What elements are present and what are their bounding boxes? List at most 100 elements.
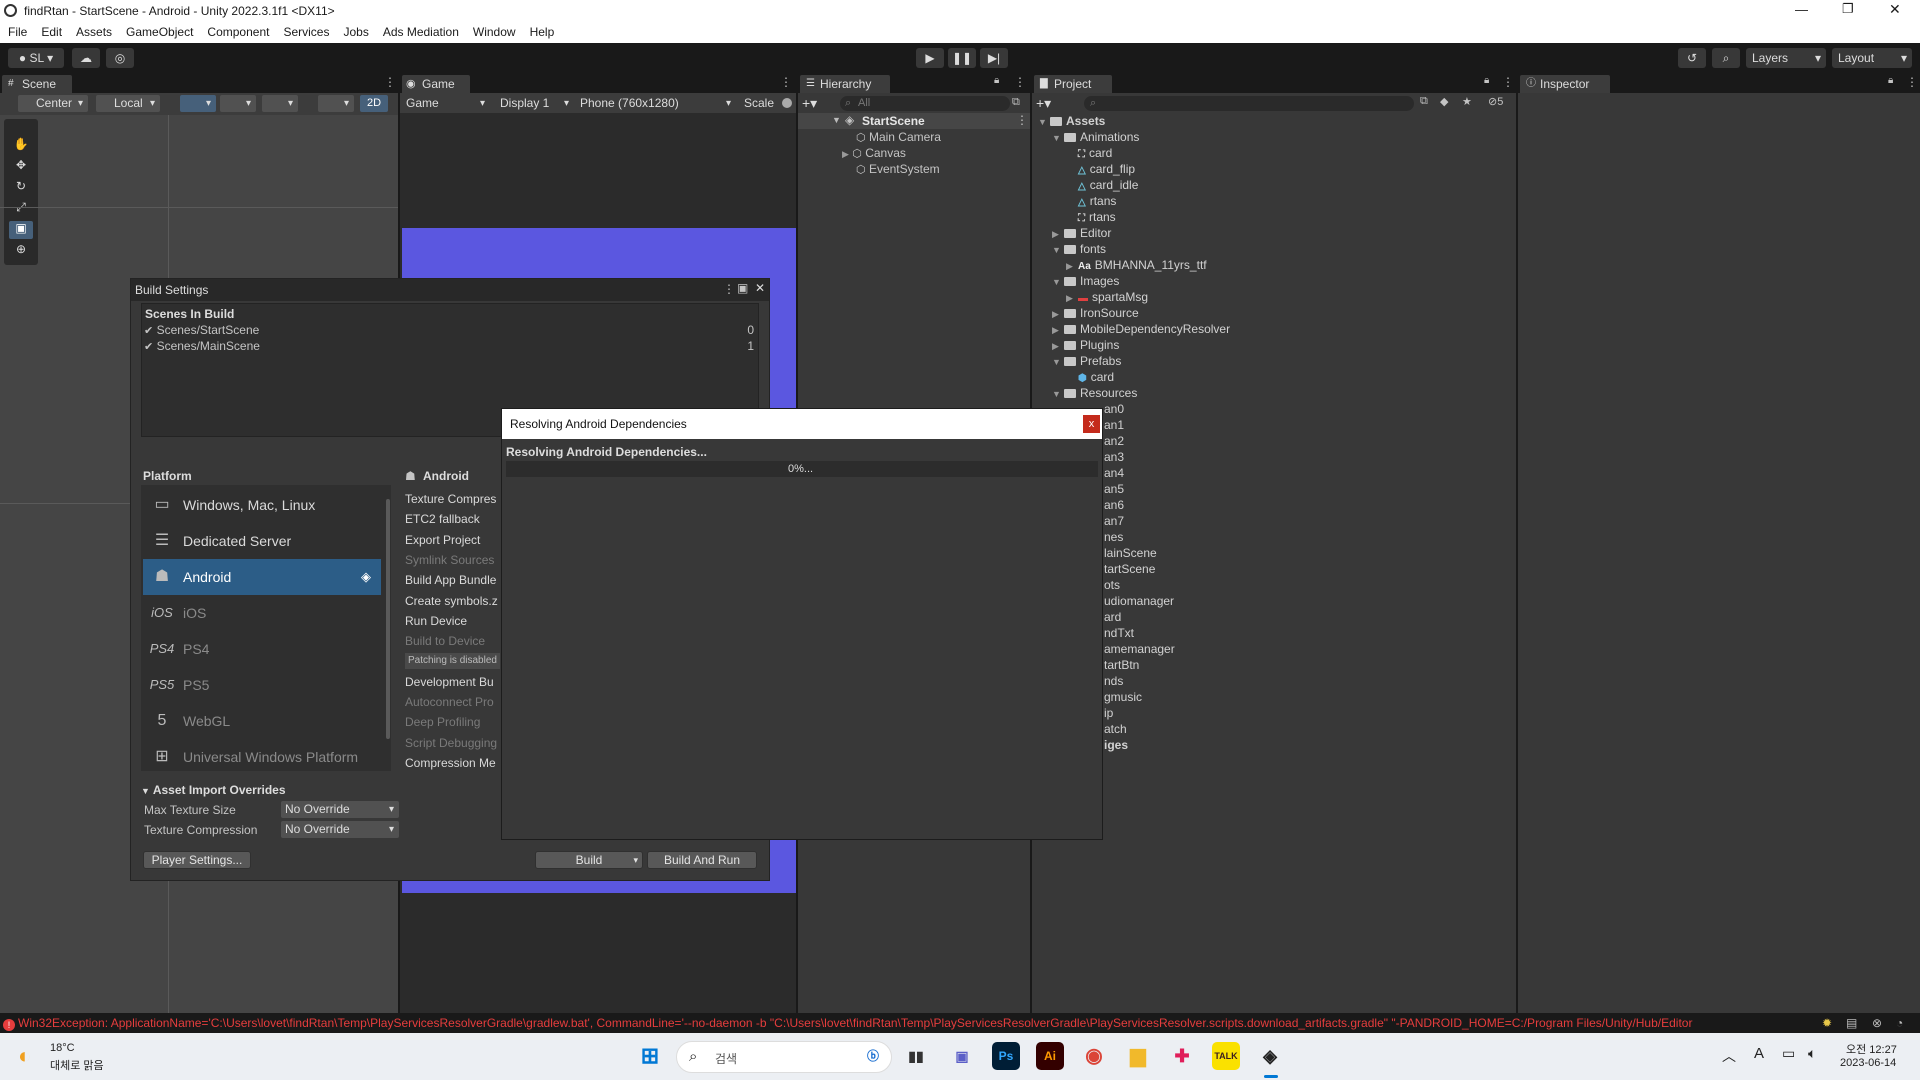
tab-hierarchy[interactable]: ☰ Hierarchy bbox=[800, 75, 890, 93]
layout-dropdown[interactable]: Layout ▾ bbox=[1832, 48, 1912, 68]
lock-icon[interactable]: 🔒︎ bbox=[1484, 75, 1489, 86]
progress-icon[interactable]: ◔ bbox=[1896, 1013, 1920, 1033]
resolution-dropdown[interactable]: Phone (760x1280) bbox=[576, 95, 736, 112]
build-button[interactable]: Build ▾ bbox=[535, 851, 643, 869]
scene-entry[interactable]: ✔ Scenes/MainScene 1 bbox=[144, 339, 756, 355]
project-tree-item[interactable]: an6 bbox=[1104, 497, 1124, 513]
teams-icon[interactable]: ▣ bbox=[948, 1042, 976, 1070]
expanded-icon[interactable]: ▼ bbox=[1038, 114, 1050, 130]
expanded-icon[interactable]: ▼ bbox=[1052, 386, 1064, 402]
menu-jobs[interactable]: Jobs bbox=[335, 22, 374, 39]
expanded-icon[interactable]: ▼ bbox=[1052, 242, 1064, 258]
menu-window[interactable]: Window bbox=[465, 22, 522, 39]
game-view-dropdown[interactable]: Game bbox=[402, 95, 490, 112]
project-tree-item[interactable]: ▶ Aa BMHANNA_11yrs_ttf bbox=[1066, 257, 1207, 273]
grid-snap-dropdown[interactable] bbox=[180, 95, 216, 112]
auto-refresh-icon[interactable]: ⊗ bbox=[1872, 1013, 1883, 1033]
menu-services[interactable]: Services bbox=[275, 22, 335, 39]
search-by-label-icon[interactable]: ◆ bbox=[1440, 95, 1448, 108]
project-tree-item[interactable]: an3 bbox=[1104, 449, 1124, 465]
hierarchy-item[interactable]: ⬡ Main Camera bbox=[856, 129, 941, 145]
volume-icon[interactable]: 🔈︎ bbox=[1808, 1045, 1816, 1062]
network-icon[interactable]: ▤ bbox=[1846, 1013, 1858, 1033]
expanded-icon[interactable]: ▼ bbox=[1052, 130, 1064, 146]
project-tree-item[interactable]: ⛶ rtans bbox=[1066, 209, 1116, 225]
project-tree-item[interactable]: an7 bbox=[1104, 513, 1124, 529]
project-tree-item[interactable]: udiomanager bbox=[1104, 593, 1174, 609]
project-search[interactable]: ⌕ bbox=[1084, 96, 1414, 111]
search-by-type-icon[interactable]: ⧉ bbox=[1420, 95, 1428, 108]
chrome-icon[interactable]: ◉ bbox=[1080, 1042, 1108, 1070]
rect-tool-icon[interactable]: ▣ bbox=[9, 221, 33, 239]
account-button[interactable]: ● SL ▾ bbox=[8, 48, 64, 68]
project-tree-item[interactable]: ▶ ▬ spartaMsg bbox=[1066, 289, 1148, 305]
rotate-tool-icon[interactable]: ↻ bbox=[9, 179, 33, 197]
project-tree-item[interactable]: ▶ Plugins bbox=[1052, 337, 1119, 353]
taskbar-search[interactable]: ⌕ 검색 ⓑ bbox=[676, 1041, 892, 1073]
illustrator-icon[interactable]: Ai bbox=[1036, 1042, 1064, 1070]
project-tree-item[interactable]: ⬢ card bbox=[1066, 369, 1114, 385]
hierarchy-scene-row[interactable]: ▼ ◈ StartScene ⋮ bbox=[798, 113, 1030, 129]
platform-item[interactable]: ▭ Windows, Mac, Linux bbox=[143, 487, 381, 523]
scene-entry[interactable]: ✔ Scenes/StartScene 0 bbox=[144, 323, 756, 339]
panel-menu-icon[interactable]: ⋮ bbox=[1014, 75, 1026, 89]
kakaotalk-icon[interactable]: TALK bbox=[1212, 1042, 1240, 1070]
scale-slider-knob[interactable] bbox=[782, 98, 792, 108]
build-dropdown-arrow[interactable]: ▾ bbox=[633, 852, 638, 868]
hand-tool-icon[interactable]: ✋ bbox=[9, 137, 33, 155]
play-button[interactable]: ▶ bbox=[916, 48, 944, 68]
maximize-icon[interactable]: ❐ bbox=[1842, 1, 1854, 17]
debug-icon[interactable]: ✹ bbox=[1822, 1013, 1833, 1033]
menu-help[interactable]: Help bbox=[522, 22, 561, 39]
collapsed-icon[interactable]: ▶ bbox=[1066, 258, 1078, 274]
pause-button[interactable]: ❚❚ bbox=[948, 48, 976, 68]
menu-file[interactable]: File bbox=[0, 22, 33, 39]
tab-project[interactable]: ▇ Project bbox=[1034, 75, 1112, 93]
panel-menu-icon[interactable]: ⋮ bbox=[780, 75, 792, 89]
space-dropdown[interactable]: Local bbox=[96, 95, 160, 112]
chevron-up-icon[interactable]: ︿ bbox=[1722, 1046, 1736, 1066]
menu-ads-mediation[interactable]: Ads Mediation bbox=[375, 22, 465, 39]
platform-item[interactable]: ⊞ Universal Windows Platform bbox=[143, 739, 381, 775]
project-tree-item[interactable]: ▼ Images bbox=[1052, 273, 1119, 289]
platform-item[interactable]: iOS iOS bbox=[143, 595, 381, 631]
maximize-icon[interactable]: ▣ bbox=[737, 281, 748, 295]
project-tree-item[interactable]: △ card_idle bbox=[1066, 177, 1138, 193]
unity-icon[interactable]: ◈ bbox=[1256, 1042, 1284, 1070]
menu-assets[interactable]: Assets bbox=[68, 22, 118, 39]
project-tree-item[interactable]: ip bbox=[1104, 705, 1113, 721]
photoshop-icon[interactable]: Ps bbox=[992, 1042, 1020, 1070]
project-tree-item[interactable]: ▼ fonts bbox=[1052, 241, 1106, 257]
project-tree-item[interactable]: an1 bbox=[1104, 417, 1124, 433]
project-tree-item[interactable]: ▶ Editor bbox=[1052, 225, 1111, 241]
panel-menu-icon[interactable]: ⋮ bbox=[1502, 75, 1514, 89]
window-menu-icon[interactable]: ⋮ bbox=[723, 282, 735, 296]
platform-scrollbar[interactable] bbox=[385, 485, 391, 771]
project-tree-item[interactable]: tartBtn bbox=[1104, 657, 1139, 673]
project-tree-item[interactable]: an0 bbox=[1104, 401, 1124, 417]
hierarchy-item[interactable]: ⬡ EventSystem bbox=[856, 161, 940, 177]
project-tree-item[interactable]: nds bbox=[1104, 673, 1123, 689]
collapsed-icon[interactable]: ▶ bbox=[1052, 226, 1064, 242]
transform-tool-icon[interactable]: ⊕ bbox=[9, 242, 33, 260]
search-icon[interactable]: ⌕ bbox=[1712, 48, 1740, 68]
collab-icon[interactable]: ◎ bbox=[106, 48, 134, 68]
project-tree-item[interactable]: an4 bbox=[1104, 465, 1124, 481]
project-tree-item[interactable]: ard bbox=[1104, 609, 1121, 625]
mode-2d-button[interactable]: 2D bbox=[360, 95, 388, 112]
panel-menu-icon[interactable]: ⋮ bbox=[1906, 75, 1918, 89]
project-tree-item[interactable]: ⛶ card bbox=[1066, 145, 1112, 161]
step-button[interactable]: ▶| bbox=[980, 48, 1008, 68]
hierarchy-search[interactable]: ⌕ All bbox=[840, 96, 1010, 111]
project-tree-item[interactable]: an5 bbox=[1104, 481, 1124, 497]
project-tree-item[interactable]: ▼ Prefabs bbox=[1052, 353, 1121, 369]
project-tree-item[interactable]: iges bbox=[1104, 737, 1128, 753]
project-tree-item[interactable]: amemanager bbox=[1104, 641, 1175, 657]
minimize-icon[interactable]: — bbox=[1795, 2, 1808, 17]
tab-inspector[interactable]: ⓘ Inspector bbox=[1520, 75, 1610, 93]
menu-edit[interactable]: Edit bbox=[33, 22, 68, 39]
lock-icon[interactable]: 🔒︎ bbox=[994, 75, 999, 86]
checkbox-checked-icon[interactable]: ✔ bbox=[144, 325, 153, 337]
collapsed-icon[interactable]: ▶ bbox=[1052, 306, 1064, 322]
menu-gameobject[interactable]: GameObject bbox=[118, 22, 199, 39]
